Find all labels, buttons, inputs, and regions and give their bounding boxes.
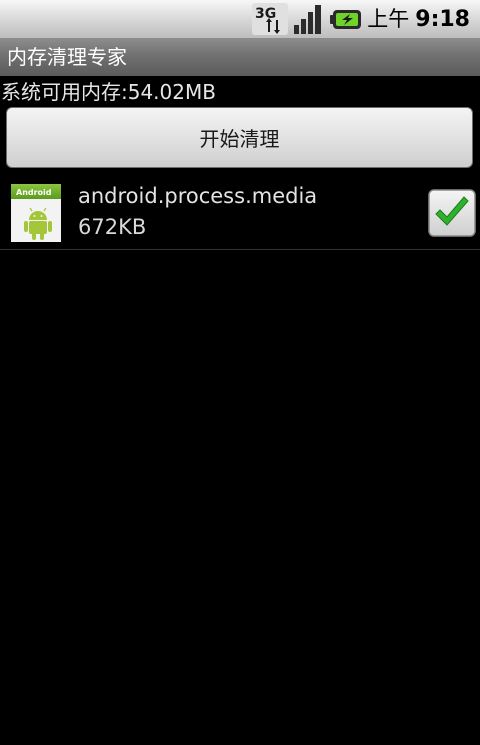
available-memory-text: 系统可用内存:54.02MB [1,80,216,104]
process-name: android.process.media [78,184,318,208]
battery-charging-icon [330,10,361,29]
start-clean-button-label: 开始清理 [199,127,280,151]
process-memory-size: 672KB [78,215,147,239]
network-type-label: 3G [255,6,276,22]
app-title: 内存清理专家 [7,45,127,69]
process-checkbox[interactable] [428,189,476,237]
android-app-icon: Android [11,184,61,242]
start-clean-button[interactable]: 开始清理 [6,107,473,168]
android-icon-text: Android [16,188,52,197]
title-bar: 内存清理专家 [0,39,480,76]
clock-ampm: 上午 [367,7,410,31]
status-bar: 3G 上午 9:18 [0,0,480,39]
network-3g-icon: 3G [252,3,288,35]
clock: 上午 9:18 [367,5,470,33]
clock-time: 9:18 [415,7,470,32]
signal-strength-icon [294,5,321,34]
process-list-item[interactable]: Android android.process.media 672KB [0,176,480,250]
